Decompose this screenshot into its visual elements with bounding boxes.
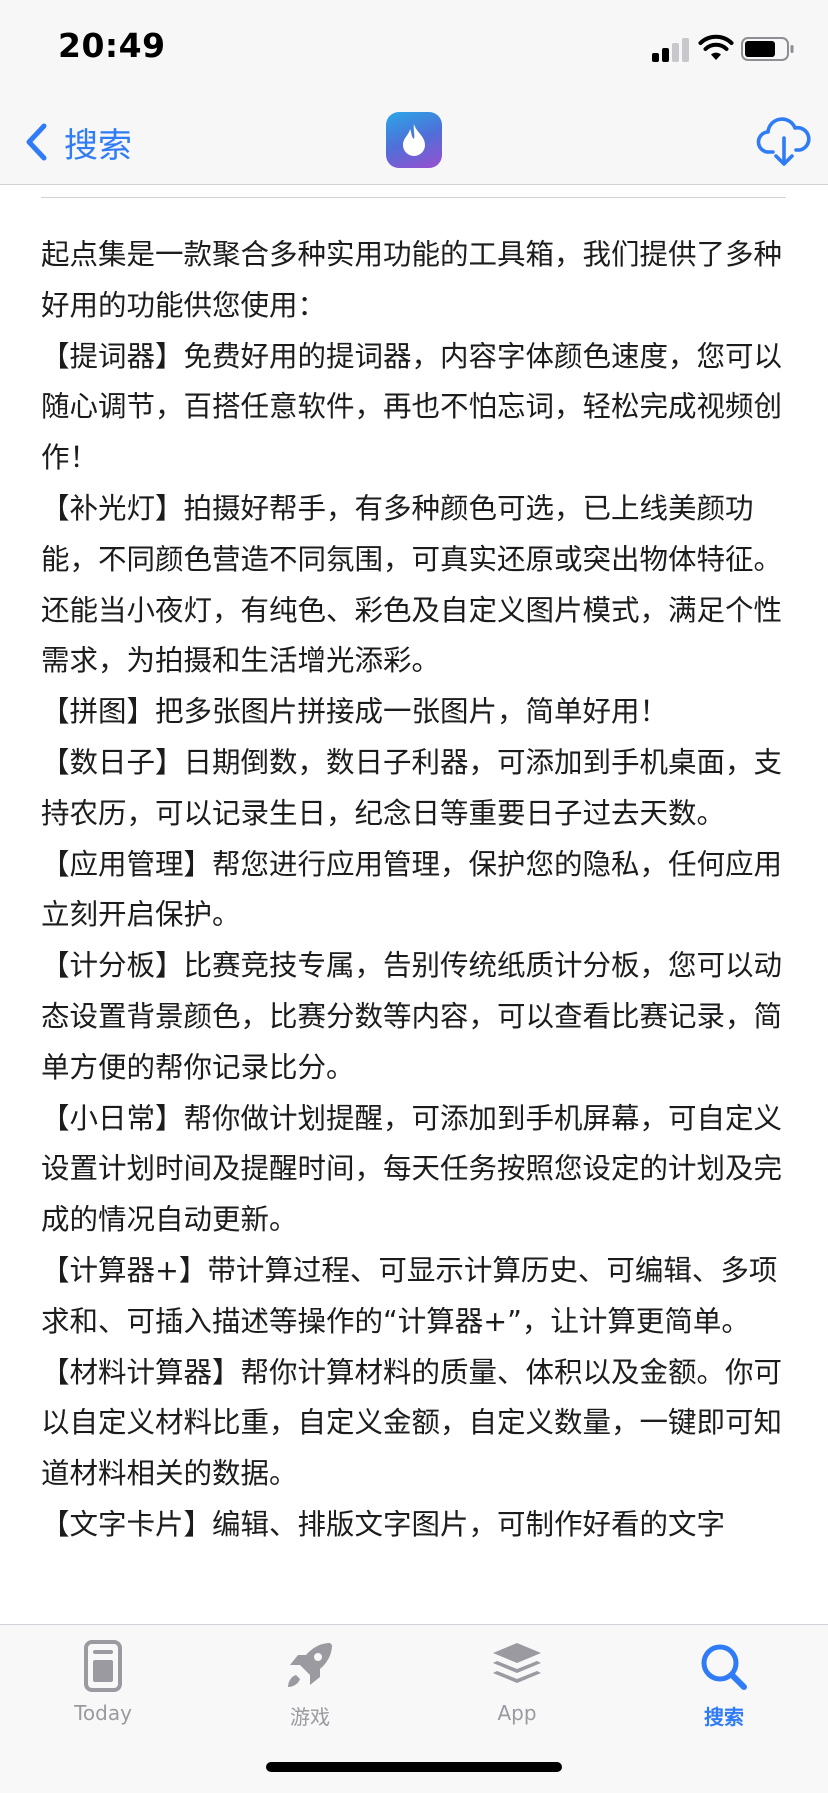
description-paragraph: 【材料计算器】帮你计算材料的质量、体积以及金额。你可以自定义材料比重，自定义金额… (41, 1355, 783, 1491)
search-icon (701, 1644, 747, 1690)
tab-games-label: 游戏 (290, 1705, 330, 1729)
wifi-icon (698, 34, 734, 60)
today-icon (84, 1640, 122, 1692)
app-flame-icon (403, 124, 425, 156)
back-label: 搜索 (64, 125, 132, 166)
description-paragraph: 【计算器+】带计算过程、可显示计算历史、可编辑、多项求和、可插入描述等操作的“计… (41, 1253, 778, 1338)
tab-search-label: 搜索 (704, 1705, 744, 1729)
status-bar: 20:49 (0, 0, 828, 100)
description-section: 起点集是一款聚合多种实用功能的工具箱，我们提供了多种好用的功能供您使用： 【提词… (41, 185, 786, 1551)
description-paragraph: 【拼图】把多张图片拼接成一张图片，简单好用！ (41, 695, 669, 729)
tab-today-label: Today (74, 1701, 132, 1725)
description-paragraph: 【数日子】日期倒数，数日子利器，可添加到手机桌面，支持农历，可以记录生日，纪念日… (41, 745, 783, 830)
home-indicator (266, 1762, 562, 1772)
divider (41, 197, 786, 198)
layers-icon (493, 1643, 541, 1683)
tab-apps[interactable]: App (447, 1639, 587, 1739)
description-paragraph: 【应用管理】帮您进行应用管理，保护您的隐私，任何应用立刻开启保护。 (41, 847, 783, 932)
description-paragraph: 【文字卡片】编辑、排版文字图片，可制作好看的文字 (41, 1507, 726, 1541)
description-paragraph: 【计分板】比赛竞技专属，告别传统纸质计分板，您可以动态设置背景颜色，比赛分数等内… (41, 949, 783, 1084)
status-time: 20:49 (58, 26, 166, 65)
app-icon (386, 112, 442, 168)
rocket-icon (288, 1643, 332, 1687)
chevron-left-icon (26, 123, 47, 161)
signal-icon (652, 38, 690, 62)
cloud-download-icon[interactable] (756, 114, 812, 170)
description-paragraph: 【补光灯】拍摄好帮手，有多种颜色可选，已上线美颜功能，不同颜色营造不同氛围，可真… (41, 491, 783, 678)
description-paragraph: 起点集是一款聚合多种实用功能的工具箱，我们提供了多种好用的功能供您使用： (41, 238, 783, 322)
tab-apps-label: App (497, 1701, 537, 1725)
tab-games[interactable]: 游戏 (240, 1639, 380, 1739)
description-paragraph: 【提词器】免费好用的提词器，内容字体颜色速度，您可以随心调节，百搭任意软件，再也… (41, 339, 783, 475)
description-text: 起点集是一款聚合多种实用功能的工具箱，我们提供了多种好用的功能供您使用： 【提词… (41, 230, 786, 1551)
tab-search[interactable]: 搜索 (654, 1639, 794, 1739)
back-button[interactable]: 搜索 (22, 118, 132, 166)
tab-today[interactable]: Today (33, 1639, 173, 1739)
nav-bar: 搜索 (0, 100, 828, 185)
battery-icon (741, 37, 794, 61)
description-paragraph: 【小日常】帮你做计划提醒，可添加到手机屏幕，可自定义设置计划时间及提醒时间，每天… (41, 1101, 783, 1237)
